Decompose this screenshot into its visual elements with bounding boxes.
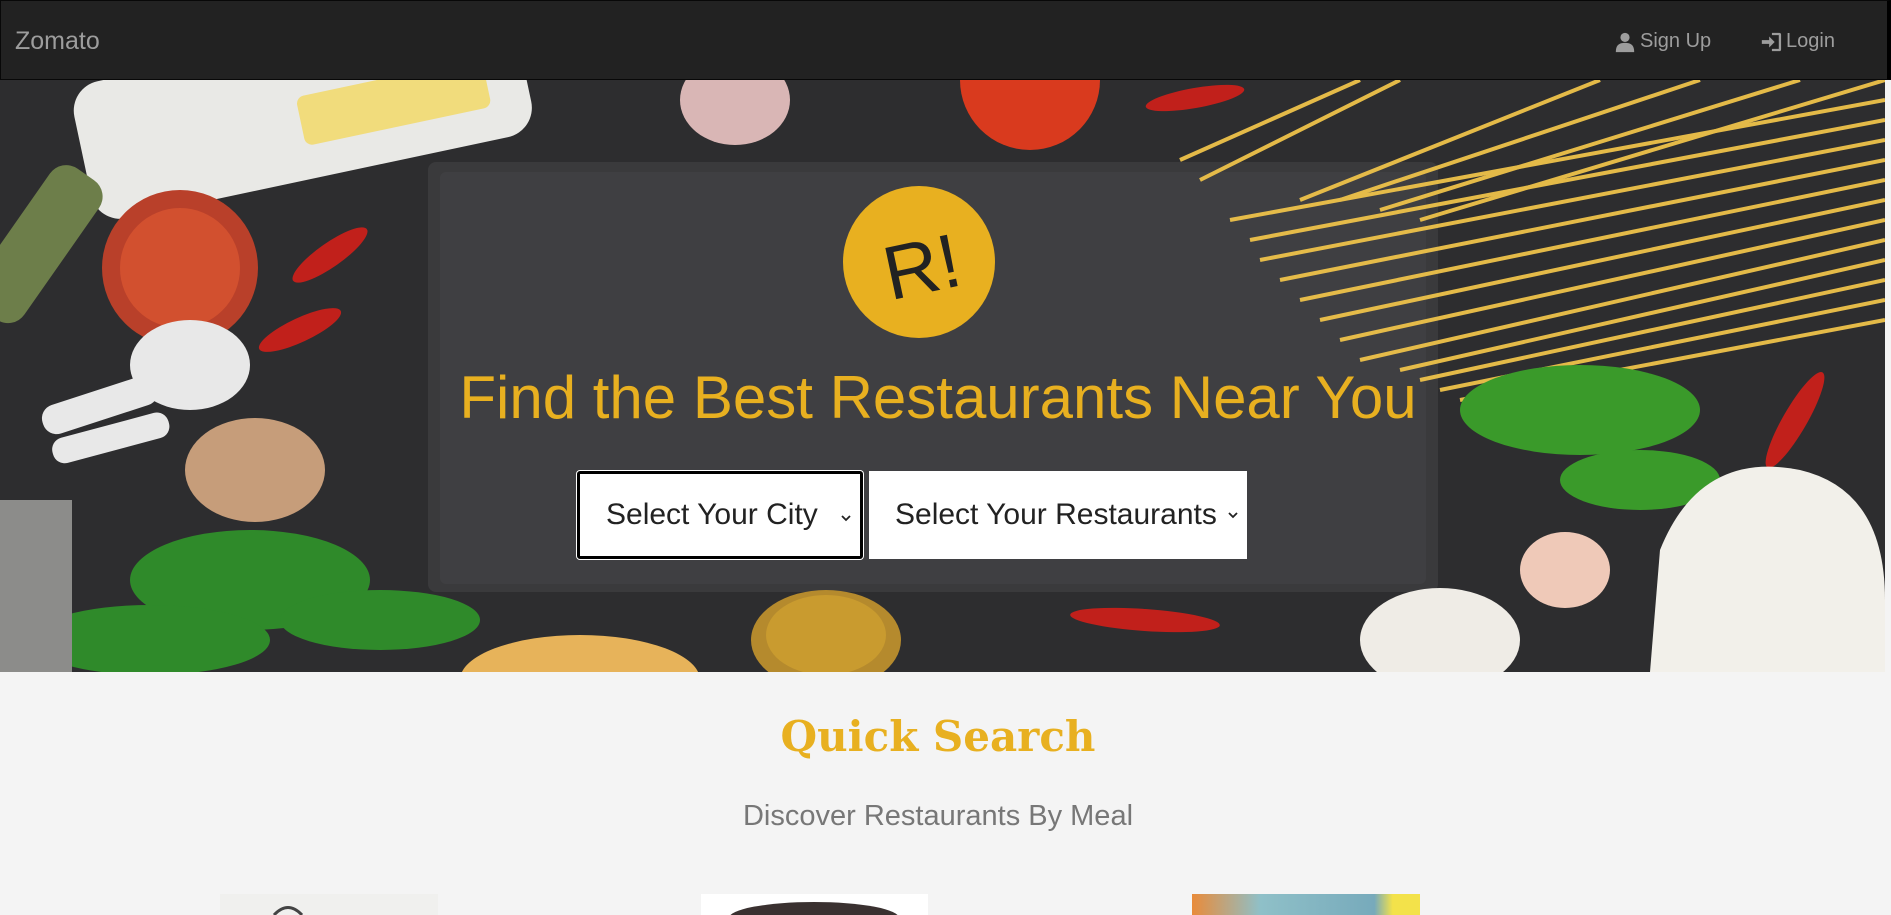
signup-label: Sign Up: [1640, 30, 1712, 52]
meal-thumbnail: [730, 902, 898, 915]
hero-headline: Find the Best Restaurants Near You: [459, 364, 1417, 431]
brand-logo-badge: R!: [843, 186, 995, 338]
quick-search-title: Quick Search: [780, 712, 1096, 761]
restaurant-select[interactable]: Select Your Restaurants: [869, 471, 1247, 559]
restaurant-select-value: Select Your Restaurants: [895, 498, 1217, 531]
meal-card-image[interactable]: [220, 894, 438, 915]
quick-search-subtitle: Discover Restaurants By Meal: [742, 800, 1134, 832]
top-navbar: Zomato Sign Up Login: [0, 0, 1891, 80]
hero-banner: R! Find the Best Restaurants Near You Se…: [0, 80, 1885, 672]
meal-card-image[interactable]: [1192, 894, 1420, 915]
city-select-value: Select Your City: [606, 498, 818, 531]
meal-card-image[interactable]: [701, 894, 928, 915]
chevron-down-icon: [1228, 512, 1238, 519]
meal-thumbnail: [272, 906, 304, 915]
brand-logo-text[interactable]: Zomato: [15, 27, 100, 56]
login-link[interactable]: Login: [1760, 30, 1835, 53]
user-icon: [1615, 32, 1635, 52]
logo-text: R!: [875, 217, 969, 317]
chevron-down-icon: [841, 515, 851, 522]
signup-link[interactable]: Sign Up: [1614, 30, 1711, 53]
city-select[interactable]: Select Your City: [577, 471, 863, 559]
login-icon: [1761, 32, 1782, 51]
login-label: Login: [1786, 30, 1835, 52]
